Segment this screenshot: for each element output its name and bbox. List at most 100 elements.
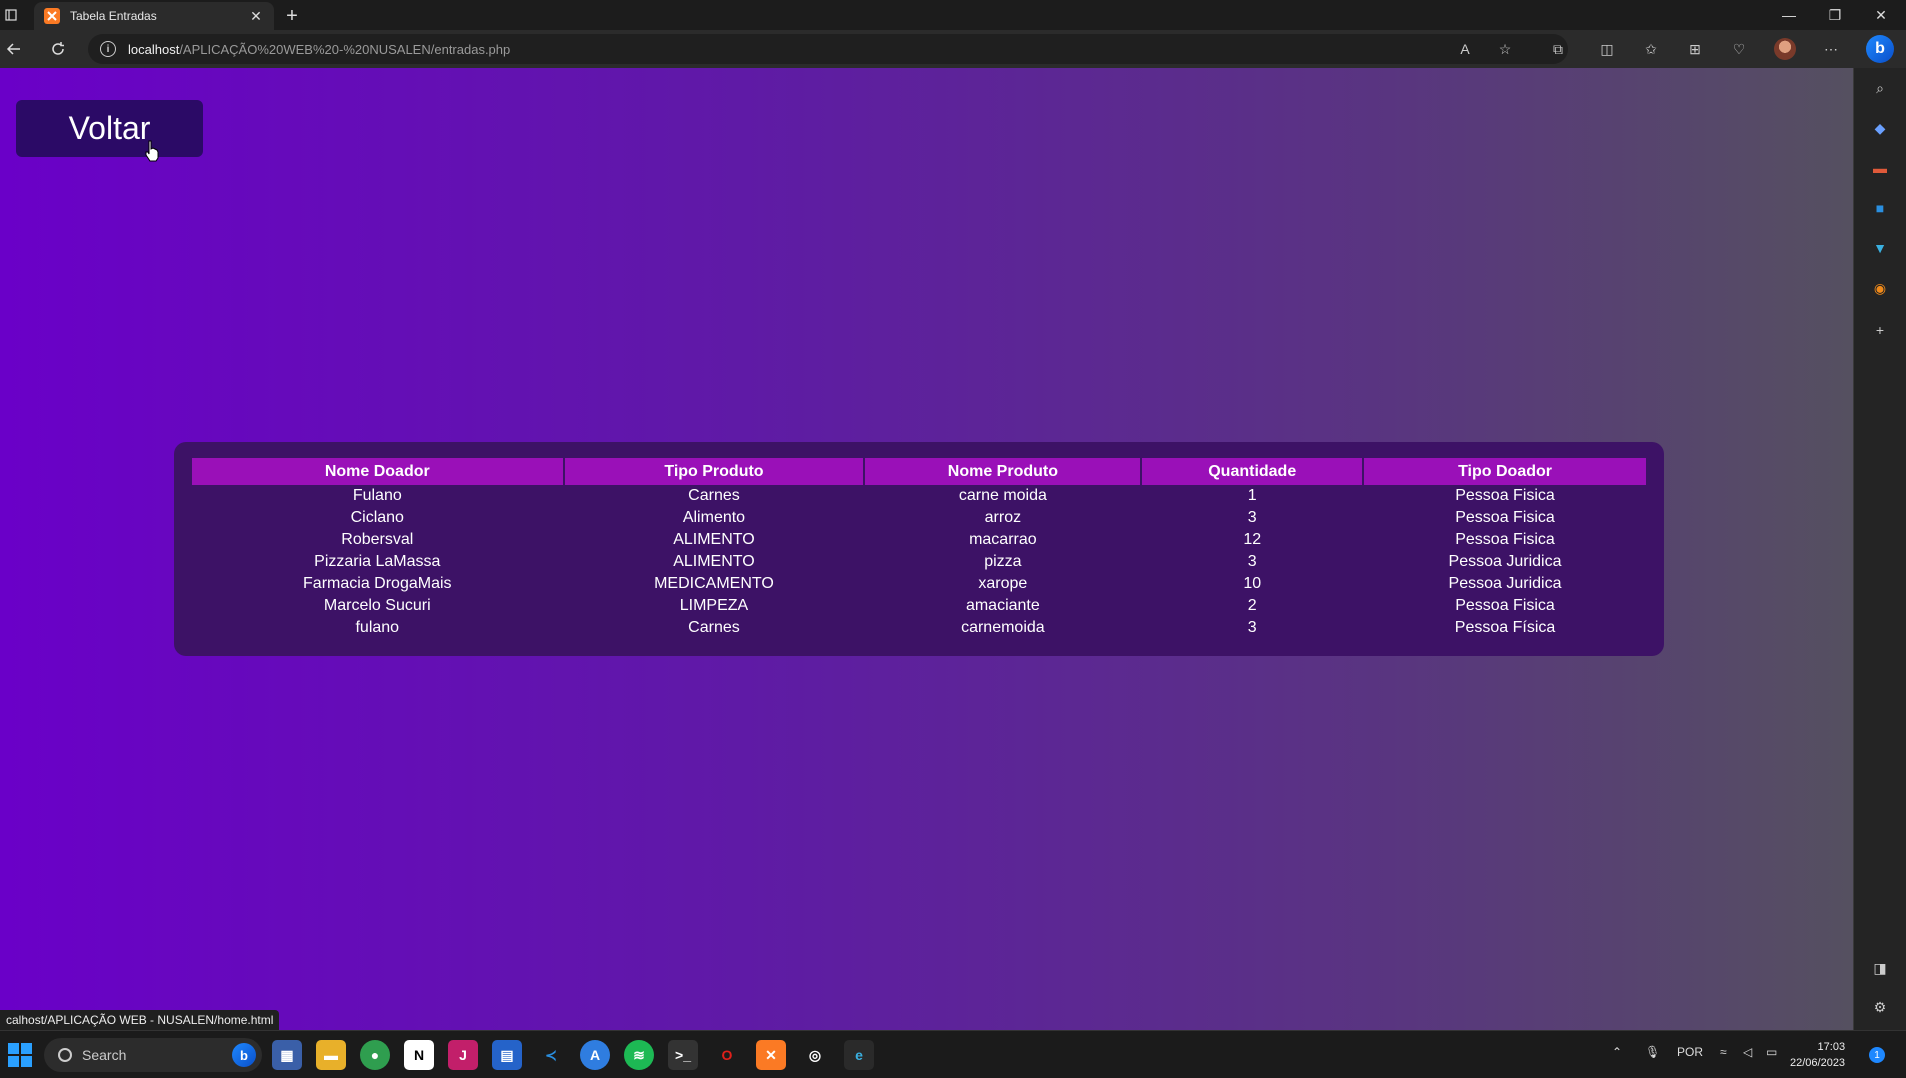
- bing-copilot-icon[interactable]: b: [1866, 35, 1894, 63]
- sidebar-games-icon[interactable]: ◉: [1870, 278, 1890, 298]
- sidebar-outlook-icon[interactable]: ■: [1870, 198, 1890, 218]
- url-text: localhost/APLICAÇÃO%20WEB%20-%20NUSALEN/…: [128, 42, 510, 57]
- sidebar-tools-icon[interactable]: ▬: [1870, 158, 1890, 178]
- url-host: localhost: [128, 41, 180, 57]
- collections-icon[interactable]: ⊞: [1685, 39, 1705, 59]
- xampp-app-icon[interactable]: ✕: [756, 1040, 786, 1070]
- address-bar[interactable]: i localhost/APLICAÇÃO%20WEB%20-%20NUSALE…: [88, 34, 1568, 64]
- cell-tipo-doador: Pessoa Fisica: [1455, 597, 1555, 614]
- refresh-icon[interactable]: [44, 35, 72, 63]
- cell-tipo-produto: Carnes: [688, 487, 740, 504]
- tray-chevron-icon[interactable]: ⌃: [1612, 1045, 1622, 1059]
- header-nome-produto: Nome Produto: [865, 458, 1141, 485]
- table-row: Marcelo Sucuri LIMPEZA amaciante 2 Pesso…: [192, 595, 1646, 617]
- table-header-row: Nome Doador Tipo Produto Nome Produto Qu…: [192, 458, 1646, 485]
- taskbar-search[interactable]: Search b: [44, 1038, 262, 1072]
- sidebar-settings-icon[interactable]: ⚙: [1870, 997, 1890, 1017]
- cell-nome-doador: Robersval: [341, 531, 414, 548]
- tab-close-icon[interactable]: ✕: [248, 8, 264, 24]
- notification-badge[interactable]: 1: [1869, 1047, 1885, 1063]
- restore-button[interactable]: ❐: [1812, 0, 1858, 30]
- header-quantidade: Quantidade: [1142, 458, 1363, 485]
- microphone-icon[interactable]: 🎙: [1645, 1045, 1660, 1059]
- sidebar-shopping-icon[interactable]: ◆: [1870, 118, 1890, 138]
- cell-nome-doador: Ciclano: [350, 509, 404, 526]
- dev-app-icon[interactable]: ▤: [492, 1040, 522, 1070]
- spotify-app-icon[interactable]: ≋: [624, 1040, 654, 1070]
- profile-avatar[interactable]: [1774, 38, 1796, 60]
- entradas-table-container: Nome Doador Tipo Produto Nome Produto Qu…: [174, 442, 1664, 656]
- cell-quantidade: 3: [1247, 619, 1257, 636]
- bing-icon[interactable]: b: [232, 1043, 256, 1067]
- split-screen-icon[interactable]: ◫: [1597, 39, 1617, 59]
- clock-date: 22/06/2023: [1790, 1057, 1846, 1069]
- status-bar-link-preview: calhost/APLICAÇÃO WEB - NUSALEN/home.htm…: [0, 1010, 280, 1030]
- table-row: Robersval ALIMENTO macarrao 12 Pessoa Fi…: [192, 529, 1646, 551]
- cell-quantidade: 3: [1247, 509, 1257, 526]
- jetbrains-app-icon[interactable]: J: [448, 1040, 478, 1070]
- back-icon[interactable]: [0, 35, 28, 63]
- cell-nome-doador: Marcelo Sucuri: [323, 597, 431, 614]
- terminal-app-icon[interactable]: >_: [668, 1040, 698, 1070]
- cell-nome-produto: xarope: [978, 575, 1028, 592]
- cell-tipo-produto: MEDICAMENTO: [654, 575, 774, 592]
- cell-tipo-doador: Pessoa Fisica: [1455, 531, 1555, 548]
- sidebar-search-icon[interactable]: ⌕: [1870, 78, 1890, 98]
- cell-tipo-produto: LIMPEZA: [679, 597, 749, 614]
- obs-app-icon[interactable]: ◎: [800, 1040, 830, 1070]
- notion-app-icon[interactable]: N: [404, 1040, 434, 1070]
- voltar-button[interactable]: Voltar: [16, 100, 203, 157]
- table-row: Fulano Carnes carne moida 1 Pessoa Fisic…: [192, 485, 1646, 507]
- site-info-icon[interactable]: i: [100, 41, 116, 57]
- cell-nome-produto: carnemoida: [961, 619, 1045, 636]
- edge-app-icon[interactable]: e: [844, 1040, 874, 1070]
- new-tab-button[interactable]: +: [280, 4, 304, 28]
- more-menu-icon[interactable]: ⋯: [1821, 39, 1841, 59]
- cell-quantidade: 1: [1247, 487, 1257, 504]
- windows-start-icon[interactable]: [8, 1043, 32, 1067]
- cell-quantidade: 10: [1243, 575, 1262, 592]
- cell-nome-produto: carne moida: [958, 487, 1047, 504]
- header-nome-doador: Nome Doador: [192, 458, 563, 485]
- battery-icon[interactable]: ▭: [1766, 1045, 1777, 1059]
- favorites-icon[interactable]: ✩: [1641, 39, 1661, 59]
- close-window-button[interactable]: ✕: [1858, 0, 1904, 30]
- browser-essentials-icon[interactable]: ♡: [1729, 39, 1749, 59]
- page-viewport: Voltar Nome Doador Tipo Produto Nome Pro…: [0, 68, 1853, 1030]
- entradas-table: Nome Doador Tipo Produto Nome Produto Qu…: [190, 458, 1648, 639]
- sidebar-add-icon[interactable]: +: [1870, 320, 1890, 340]
- app-store-icon[interactable]: A: [580, 1040, 610, 1070]
- volume-icon[interactable]: ◁: [1743, 1045, 1752, 1059]
- table-row: Farmacia DrogaMais MEDICAMENTO xarope 10…: [192, 573, 1646, 595]
- cell-nome-produto: macarrao: [969, 531, 1037, 548]
- extensions-icon[interactable]: ⧉: [1548, 39, 1568, 59]
- cell-tipo-doador: Pessoa Juridica: [1448, 553, 1562, 570]
- sidebar-drop-icon[interactable]: ▼: [1870, 238, 1890, 258]
- table-row: Ciclano Alimento arroz 3 Pessoa Fisica: [192, 507, 1646, 529]
- file-explorer-app-icon[interactable]: ▬: [316, 1040, 346, 1070]
- minimize-button[interactable]: —: [1766, 0, 1812, 30]
- header-tipo-produto: Tipo Produto: [564, 458, 864, 485]
- opera-app-icon[interactable]: O: [712, 1040, 742, 1070]
- chrome-app-icon[interactable]: ●: [360, 1040, 390, 1070]
- cell-tipo-doador: Pessoa Fisica: [1455, 509, 1555, 526]
- search-icon: [58, 1048, 72, 1062]
- tab-actions-icon[interactable]: [0, 0, 22, 30]
- language-indicator[interactable]: POR: [1677, 1045, 1703, 1059]
- cell-tipo-produto: Alimento: [682, 509, 746, 526]
- cell-quantidade: 12: [1243, 531, 1262, 548]
- sidebar-hide-icon[interactable]: ◨: [1870, 958, 1890, 978]
- cell-tipo-doador: Pessoa Juridica: [1448, 575, 1562, 592]
- favorite-star-icon[interactable]: ☆: [1495, 39, 1515, 59]
- cell-tipo-doador: Pessoa Fisica: [1455, 487, 1555, 504]
- cell-tipo-doador: Pessoa Física: [1454, 619, 1556, 636]
- cell-tipo-produto: ALIMENTO: [673, 531, 755, 548]
- url-path: /APLICAÇÃO%20WEB%20-%20NUSALEN/entradas.…: [179, 41, 511, 57]
- calculator-app-icon[interactable]: ▦: [272, 1040, 302, 1070]
- system-clock[interactable]: 17:03 22/06/2023: [1790, 1039, 1845, 1071]
- header-tipo-doador: Tipo Doador: [1364, 458, 1646, 485]
- tab-tabela-entradas[interactable]: Tabela Entradas ✕: [34, 2, 274, 30]
- read-aloud-icon[interactable]: A: [1455, 39, 1475, 59]
- vscode-app-icon[interactable]: ≺: [536, 1040, 566, 1070]
- wifi-icon[interactable]: ≈: [1720, 1045, 1727, 1059]
